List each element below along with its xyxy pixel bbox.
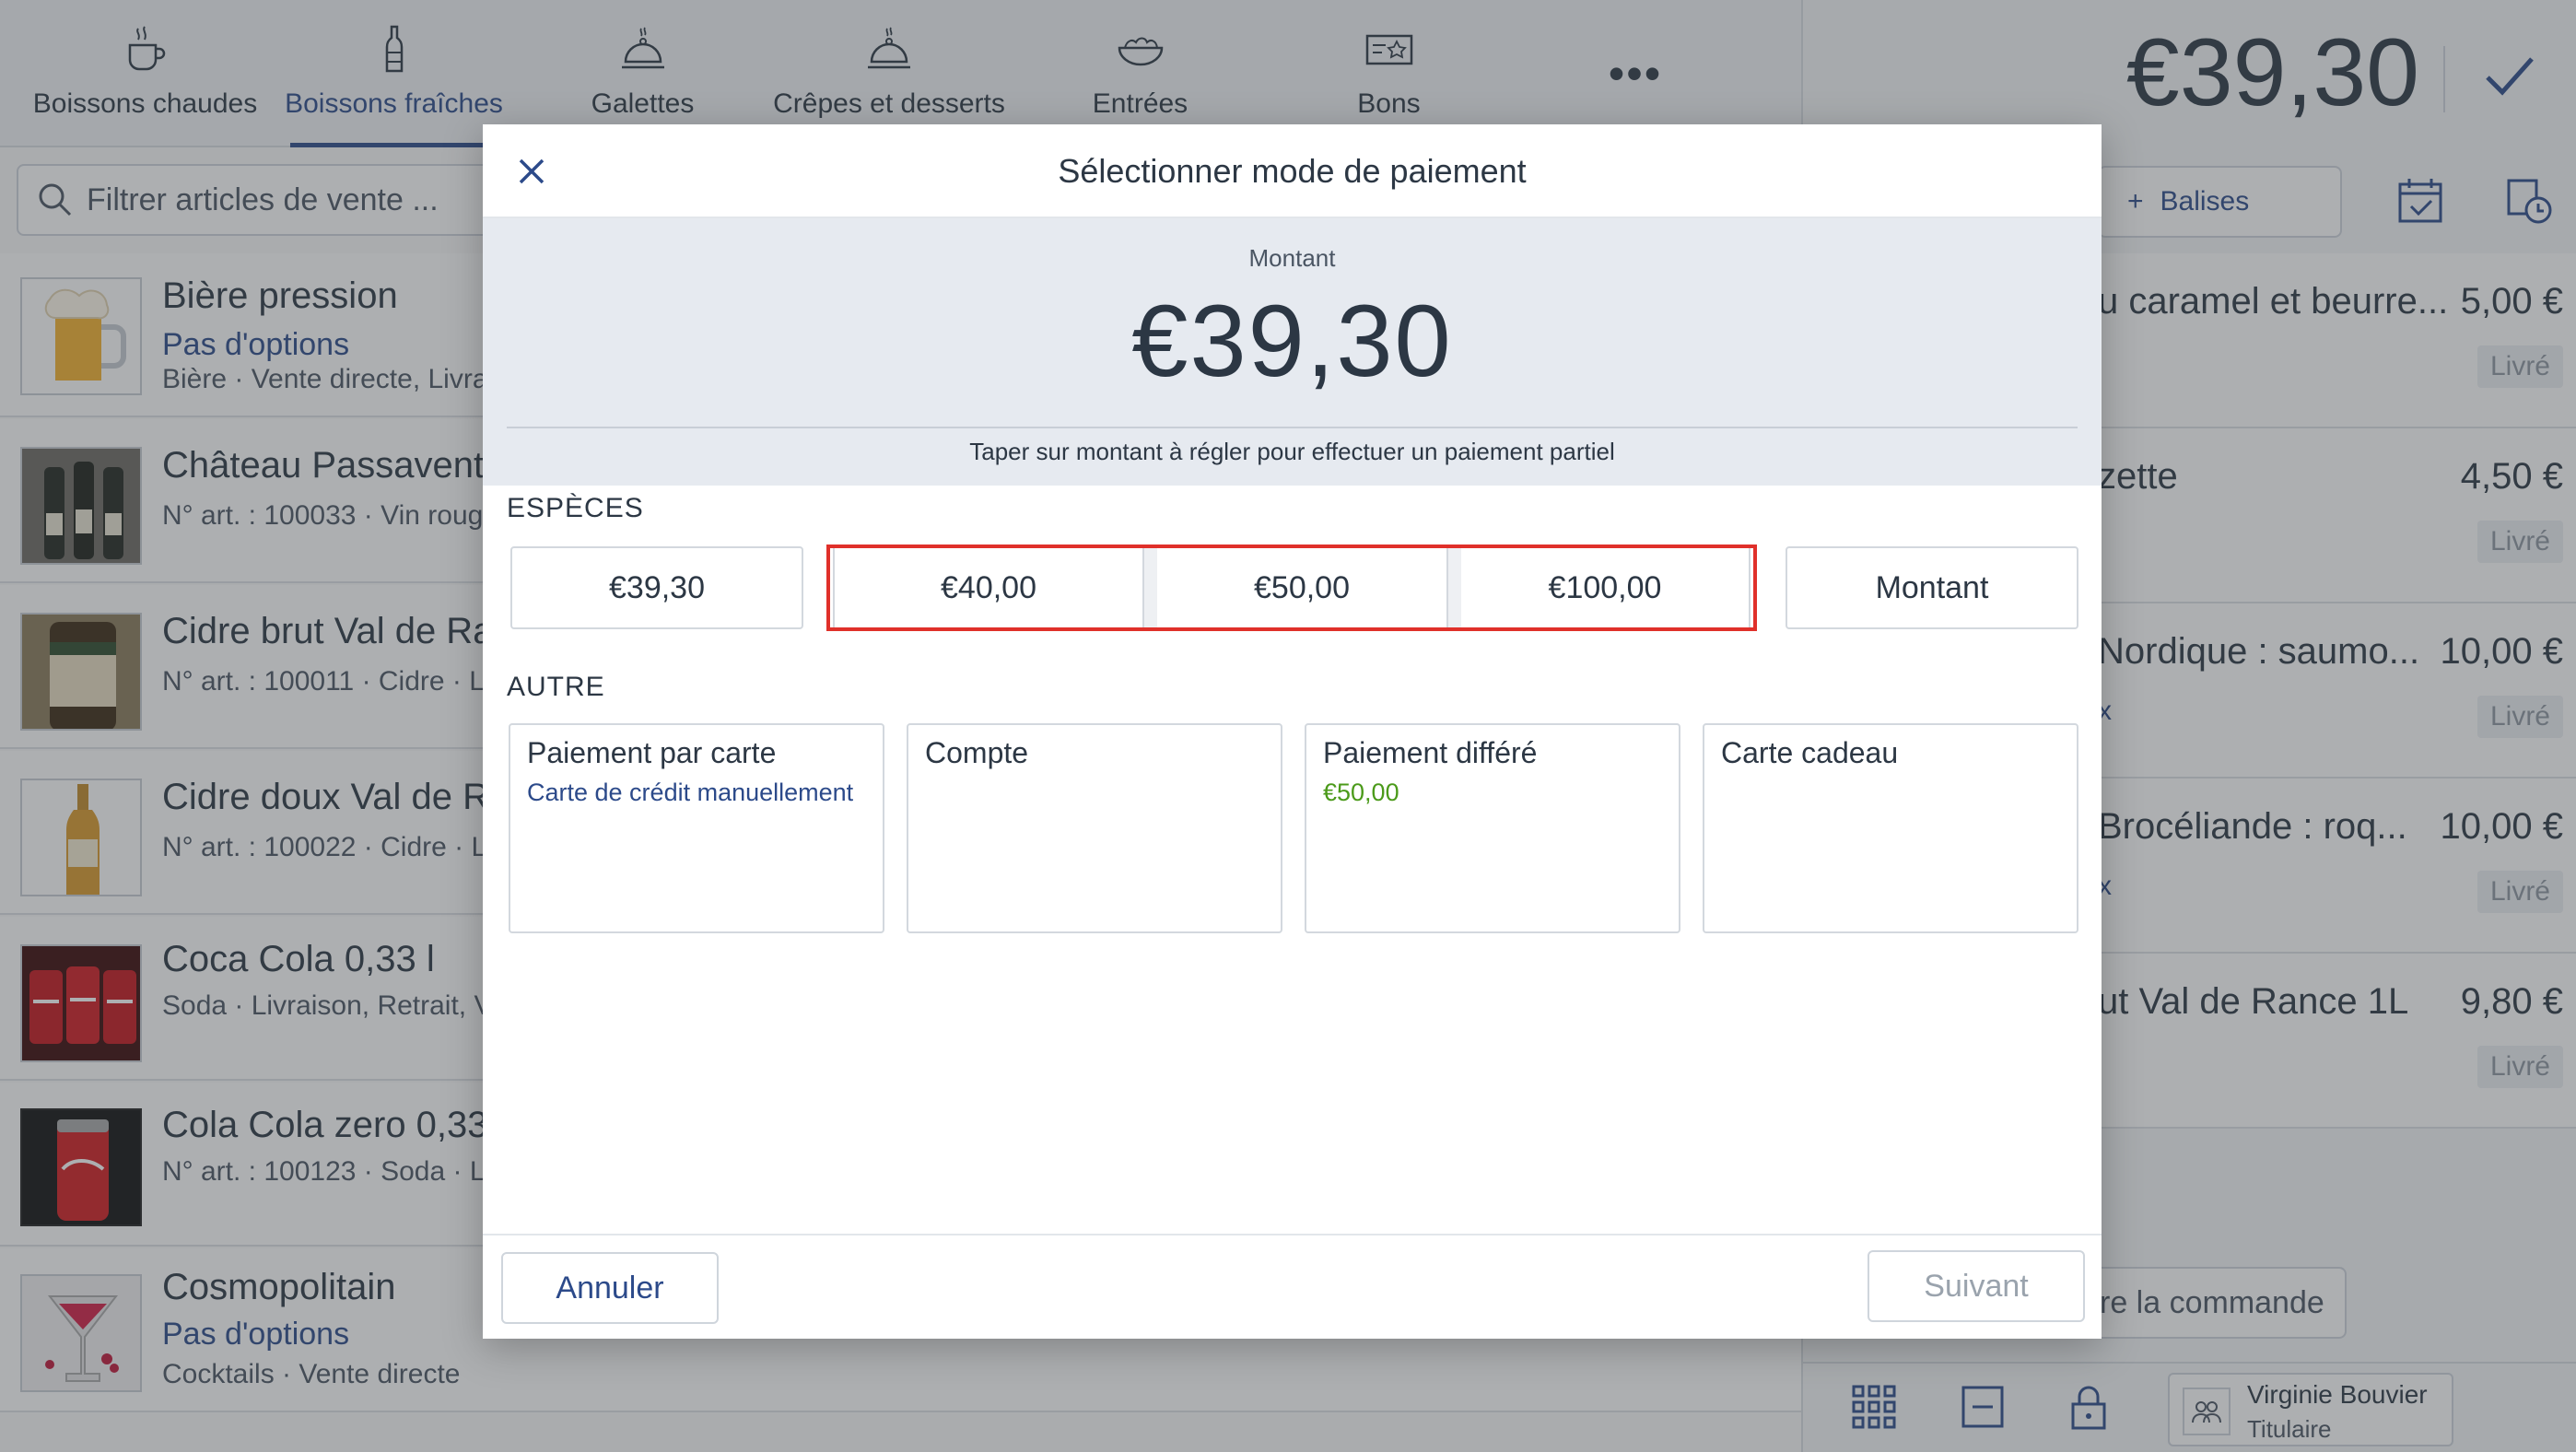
payment-method-title: Paiement par carte [527,736,777,769]
payment-method-title: Carte cadeau [1721,736,1899,769]
cash-exact-button[interactable]: €39,30 [510,546,803,629]
payment-method-title: Paiement différé [1323,736,1538,769]
cash-custom-amount-button[interactable]: Montant [1786,546,2078,629]
deferred-payment-option[interactable]: Paiement différé €50,00 [1305,723,1680,933]
card-payment-option[interactable]: Paiement par carte Carte de crédit manue… [509,723,884,933]
deferred-amount: €50,00 [1323,779,1399,806]
next-button[interactable]: Suivant [1868,1250,2085,1322]
payment-method-subtitle: Carte de crédit manuellement [527,779,854,806]
amount-panel[interactable]: Montant €39,30 Taper sur montant à régle… [483,218,2102,486]
cash-section-title: ESPÈCES [507,493,644,523]
cash-50-button[interactable]: €50,00 [1144,546,1448,629]
cash-40-button[interactable]: €40,00 [833,546,1144,629]
cancel-button[interactable]: Annuler [501,1252,719,1324]
amount-value[interactable]: €39,30 [483,283,2102,400]
payment-method-title: Compte [925,736,1029,769]
cash-100-button[interactable]: €100,00 [1448,546,1751,629]
dialog-title: Sélectionner mode de paiement [1058,152,1527,190]
amount-label: Montant [1248,244,1336,272]
dialog-footer: Annuler Suivant [483,1234,2102,1339]
partial-payment-hint: Taper sur montant à régler pour effectue… [969,438,1615,465]
payment-method-dialog: Sélectionner mode de paiement Montant €3… [483,124,2102,1339]
account-payment-option[interactable]: Compte [907,723,1282,933]
other-section-title: AUTRE [507,672,605,702]
dialog-header: Sélectionner mode de paiement [483,124,2102,218]
divider [507,427,2078,428]
gift-card-option[interactable]: Carte cadeau [1703,723,2078,933]
